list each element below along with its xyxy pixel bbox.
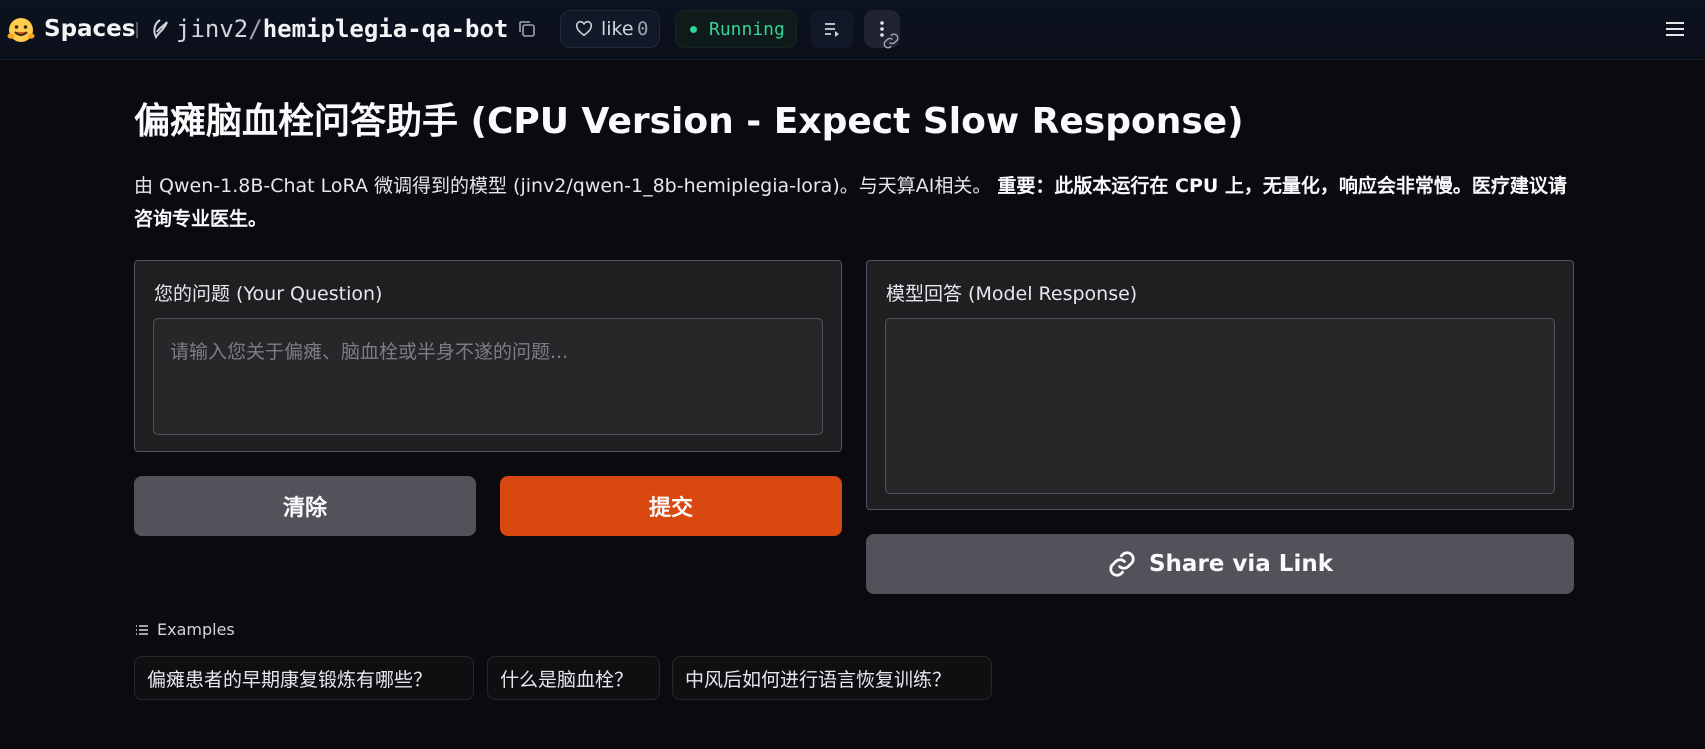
logs-button[interactable] (810, 10, 854, 48)
submit-button[interactable]: 提交 (500, 476, 842, 536)
response-panel: 模型回答 (Model Response) (866, 260, 1574, 510)
path-slash: / (248, 15, 263, 43)
repo-path: jinv2/hemiplegia-qa-bot (176, 15, 508, 43)
question-input[interactable]: 请输入您关于偏瘫、脑血栓或半身不遂的问题... (153, 318, 823, 435)
examples-heading: Examples (135, 620, 235, 639)
clear-button[interactable]: 清除 (134, 476, 476, 536)
question-placeholder: 请输入您关于偏瘫、脑血栓或半身不遂的问题... (170, 341, 569, 363)
list-icon (136, 624, 148, 635)
spaces-link[interactable]: Spaces (44, 16, 135, 42)
page-description: 由 Qwen-1.8B-Chat LoRA 微调得到的模型 (jinv2/qwe… (134, 170, 1574, 236)
like-label: like (601, 18, 634, 40)
response-label: 模型回答 (Model Response) (886, 283, 1138, 305)
page-title: 偏瘫脑血栓问答助手 (CPU Version - Expect Slow Res… (134, 101, 1244, 142)
link-icon (1109, 551, 1135, 577)
top-navigation-bar: Spaces jinv2/hemiplegia-qa-bot like 0 Ru… (0, 0, 1705, 60)
status-text: Running (709, 18, 785, 40)
examples-heading-text: Examples (157, 620, 235, 639)
example-item[interactable]: 偏瘫患者的早期康复锻炼有哪些？ (134, 656, 474, 700)
link-icon[interactable] (882, 32, 900, 50)
response-output[interactable] (885, 318, 1555, 494)
share-label: Share via Link (1148, 551, 1334, 577)
hamburger-menu-icon[interactable] (1664, 20, 1686, 38)
copy-icon[interactable] (517, 19, 537, 39)
heart-icon (575, 20, 593, 37)
owner-link[interactable]: jinv2 (176, 15, 248, 43)
status-dot-icon (690, 25, 697, 33)
status-badge[interactable]: Running (675, 10, 797, 48)
repo-name-link[interactable]: hemiplegia-qa-bot (263, 15, 509, 43)
owner-avatar-icon[interactable] (150, 18, 170, 40)
divider (136, 22, 138, 38)
question-label: 您的问题 (Your Question) (154, 283, 383, 305)
like-count[interactable]: 0 (637, 18, 648, 40)
like-button[interactable]: like 0 (560, 10, 660, 48)
hugging-face-logo-icon[interactable] (6, 15, 36, 45)
question-panel: 您的问题 (Your Question) 请输入您关于偏瘫、脑血栓或半身不遂的问… (134, 260, 842, 452)
example-item[interactable]: 什么是脑血栓？ (487, 656, 660, 700)
share-link-button[interactable]: Share via Link (866, 534, 1574, 594)
description-text: 由 Qwen-1.8B-Chat LoRA 微调得到的模型 (jinv2/qwe… (134, 175, 992, 197)
logs-icon (825, 23, 839, 37)
example-item[interactable]: 中风后如何进行语言恢复训练？ (672, 656, 992, 700)
